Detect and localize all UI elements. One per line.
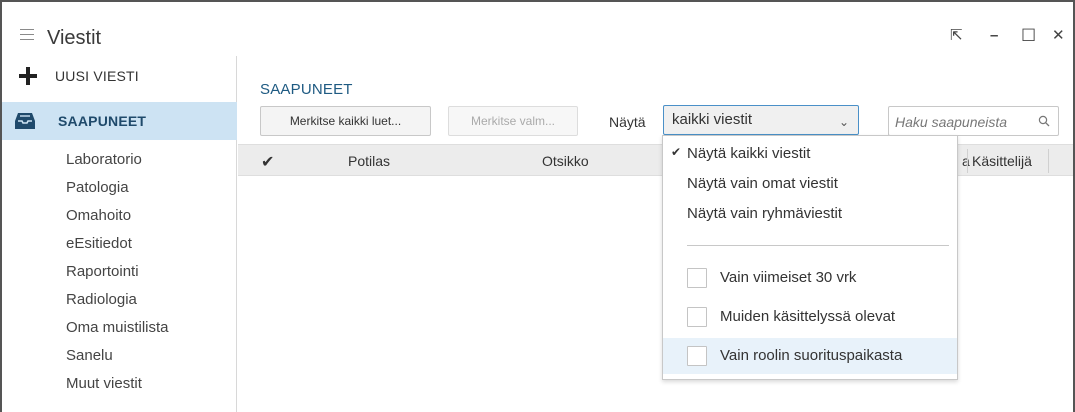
checkbox-last-30-days[interactable]: Vain viimeiset 30 vrk	[663, 260, 957, 296]
sidebar-item-omahoito[interactable]: Omahoito	[2, 202, 237, 230]
search-icon[interactable]	[1038, 115, 1050, 127]
column-header-handler[interactable]: Käsittelijä	[972, 153, 1032, 169]
sidebar-item-oma-muistilista[interactable]: Oma muistilista	[2, 314, 237, 342]
checkbox-others-handling[interactable]: Muiden käsittelyssä olevat	[663, 299, 957, 335]
sidebar-item-sanelu[interactable]: Sanelu	[2, 342, 237, 370]
sidebar-item-laboratorio[interactable]: Laboratorio	[2, 146, 237, 174]
dropdown-option-label: Näytä vain omat viestit	[687, 175, 838, 192]
dropdown-option-all[interactable]: ✔ Näytä kaikki viestit	[663, 139, 957, 169]
sidebar-item-eesitiedot[interactable]: eEsitiedot	[2, 230, 237, 258]
column-separator	[1048, 149, 1049, 173]
search-box[interactable]	[888, 106, 1059, 136]
filter-select[interactable]: kaikki viestit ⌄	[663, 105, 859, 135]
title-bar: Viestit ⇱ – ☐ ✕	[2, 2, 1073, 56]
window-title: Viestit	[47, 27, 102, 49]
filter-dropdown: ✔ Näytä kaikki viestit Näytä vain omat v…	[662, 135, 958, 380]
column-header-subject[interactable]: Otsikko	[542, 153, 589, 169]
checkbox[interactable]	[687, 268, 707, 288]
checkbox[interactable]	[687, 307, 707, 327]
folder-list: Laboratorio Patologia Omahoito eEsitiedo…	[2, 146, 237, 398]
sidebar-item-muut-viestit[interactable]: Muut viestit	[2, 370, 237, 398]
maximize-button[interactable]: ☐	[1021, 26, 1036, 46]
popout-icon[interactable]: ⇱	[950, 26, 963, 46]
show-label: Näytä	[609, 114, 646, 130]
chevron-down-icon: ⌄	[838, 115, 849, 129]
sidebar-item-patologia[interactable]: Patologia	[2, 174, 237, 202]
mark-all-read-button[interactable]: Merkitse kaikki luet...	[260, 106, 431, 136]
sidebar-item-radiologia[interactable]: Radiologia	[2, 286, 237, 314]
checkbox-role-location[interactable]: Vain roolin suorituspaikasta	[663, 338, 957, 374]
dropdown-option-label: Näytä kaikki viestit	[687, 145, 811, 162]
sidebar-item-label: SAAPUNEET	[58, 113, 147, 129]
dropdown-option-own[interactable]: Näytä vain omat viestit	[663, 169, 957, 199]
dropdown-divider	[687, 245, 949, 246]
checkmark-icon: ✔	[671, 145, 682, 159]
dropdown-option-label: Näytä vain ryhmäviestit	[687, 205, 843, 222]
sidebar-item-raportointi[interactable]: Raportointi	[2, 258, 237, 286]
hamburger-icon[interactable]	[20, 29, 34, 40]
dropdown-option-group[interactable]: Näytä vain ryhmäviestit	[663, 199, 957, 229]
close-button[interactable]: ✕	[1052, 26, 1065, 46]
checkbox[interactable]	[687, 346, 707, 366]
sidebar: UUSI VIESTI SAAPUNEET Laboratorio Patolo…	[2, 56, 237, 412]
minimize-button[interactable]: –	[990, 26, 998, 46]
search-input[interactable]	[895, 112, 1035, 132]
column-separator	[967, 149, 968, 173]
column-header-patient[interactable]: Potilas	[348, 153, 390, 169]
filter-select-value: kaikki viestit	[672, 111, 753, 128]
checkbox-label: Vain viimeiset 30 vrk	[720, 269, 857, 286]
new-message-button[interactable]: UUSI VIESTI	[2, 56, 237, 96]
messages-window: Viestit ⇱ – ☐ ✕ UUSI VIESTI SAAPUNEET La…	[0, 0, 1075, 412]
checkbox-label: Vain roolin suorituspaikasta	[720, 347, 903, 364]
new-message-label: UUSI VIESTI	[55, 68, 139, 84]
check-icon[interactable]: ✔	[261, 152, 274, 172]
mark-selected-button[interactable]: Merkitse valm...	[448, 106, 578, 136]
column-header-partial[interactable]: a	[962, 153, 970, 169]
sidebar-item-inbox[interactable]: SAAPUNEET	[2, 102, 237, 140]
checkbox-label: Muiden käsittelyssä olevat	[720, 308, 896, 325]
plus-icon	[19, 67, 37, 85]
page-title: SAAPUNEET	[260, 81, 353, 98]
inbox-icon	[15, 113, 35, 129]
